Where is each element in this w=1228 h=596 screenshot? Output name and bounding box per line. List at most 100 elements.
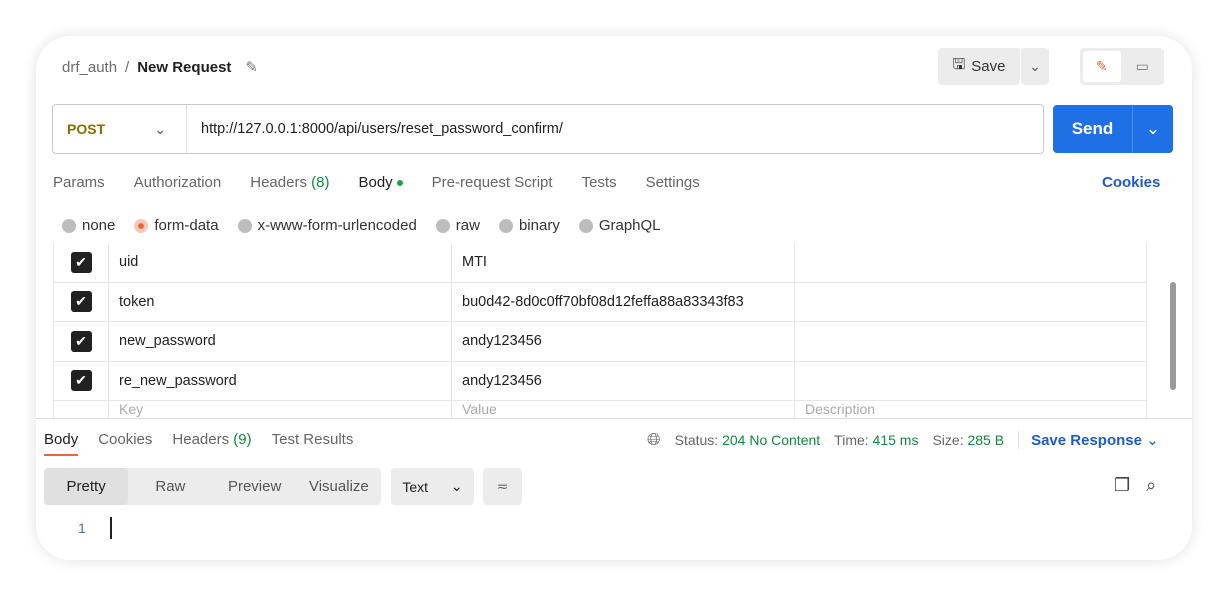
- send-dropdown-chevron-icon[interactable]: ⌄: [1133, 105, 1173, 153]
- value-cell[interactable]: andy123456: [452, 322, 795, 361]
- size[interactable]: Size: 285 B: [932, 432, 1004, 448]
- time-label: Time:: [834, 432, 869, 448]
- radio-binary[interactable]: binary: [498, 217, 560, 234]
- key-cell[interactable]: re_new_password: [109, 361, 452, 400]
- response-pane: Body Cookies Headers (9) Test Results 🌐︎…: [36, 418, 1192, 560]
- url-input[interactable]: http://127.0.0.1:8000/api/users/reset_pa…: [187, 121, 563, 137]
- status-value: 204 No Content: [722, 432, 821, 448]
- tab-response-headers[interactable]: Headers (9): [172, 431, 251, 456]
- radio-raw[interactable]: raw: [435, 217, 480, 234]
- save-dropdown-chevron-icon[interactable]: ⌄: [1021, 48, 1049, 85]
- radio-icon: [237, 218, 252, 233]
- edit-pencil-icon[interactable]: ✎: [1083, 51, 1121, 82]
- copy-icon[interactable]: ❐: [1114, 475, 1130, 496]
- description-cell[interactable]: [795, 243, 1146, 282]
- table-row-empty: Key Value Description: [54, 401, 1146, 418]
- method-select[interactable]: POST ⌄: [53, 105, 187, 153]
- search-icon[interactable]: ⌕: [1146, 475, 1156, 496]
- comment-icon[interactable]: ▭: [1124, 51, 1162, 82]
- radio-label: GraphQL: [598, 217, 661, 234]
- save-response-button[interactable]: Save Response ⌄: [1018, 431, 1159, 449]
- response-tabs: Body Cookies Headers (9) Test Results: [44, 431, 353, 456]
- tab-body[interactable]: Body: [358, 174, 403, 191]
- chevron-down-icon: ⌄: [450, 478, 463, 494]
- tab-label: Body: [358, 174, 393, 191]
- view-pretty[interactable]: Pretty: [44, 468, 129, 505]
- checkbox-checked-icon[interactable]: ✔: [70, 330, 92, 352]
- tab-response-body[interactable]: Body: [44, 431, 79, 456]
- view-raw[interactable]: Raw: [128, 468, 212, 505]
- key-cell[interactable]: uid: [109, 243, 452, 282]
- value-placeholder[interactable]: Value: [452, 401, 795, 418]
- view-preview[interactable]: Preview: [213, 468, 297, 505]
- time-value: 415 ms: [872, 432, 919, 448]
- tab-settings[interactable]: Settings: [646, 174, 700, 191]
- format-select[interactable]: Text ⌄: [391, 468, 474, 505]
- request-tabs: Params Authorization Headers (8) Body Pr…: [53, 174, 700, 191]
- scrollbar[interactable]: [1170, 282, 1176, 390]
- save-label: Save: [971, 58, 1006, 75]
- radio-label: none: [82, 217, 116, 234]
- pencil-icon[interactable]: ✎: [245, 58, 258, 76]
- size-label: Size:: [932, 432, 964, 448]
- description-placeholder[interactable]: Description: [795, 401, 1146, 418]
- radio-selected-icon: [134, 218, 149, 233]
- value-cell[interactable]: andy123456: [452, 361, 795, 400]
- save-response-label: Save Response: [1031, 432, 1142, 449]
- breadcrumb: drf_auth / New Request ✎: [62, 58, 258, 77]
- value-cell[interactable]: MTI: [452, 243, 795, 282]
- radio-x-www-form-urlencoded[interactable]: x-www-form-urlencoded: [237, 217, 417, 234]
- tab-tests[interactable]: Tests: [582, 174, 617, 191]
- time[interactable]: Time: 415 ms: [834, 432, 918, 448]
- table-row: ✔ re_new_password andy123456: [54, 361, 1146, 401]
- radio-graphql[interactable]: GraphQL: [578, 217, 661, 234]
- radio-form-data[interactable]: form-data: [134, 217, 219, 234]
- radio-icon: [578, 218, 593, 233]
- wrap-lines-icon[interactable]: ≂: [483, 468, 522, 505]
- radio-icon: [498, 218, 513, 233]
- view-visualize[interactable]: Visualize: [297, 468, 381, 505]
- description-cell[interactable]: [795, 322, 1146, 361]
- collection-link[interactable]: drf_auth: [62, 59, 117, 76]
- status[interactable]: Status: 204 No Content: [675, 432, 821, 448]
- radio-label: raw: [455, 217, 480, 234]
- status-label: Status:: [674, 432, 719, 448]
- headers-count: (9): [233, 431, 252, 448]
- tab-params[interactable]: Params: [53, 174, 105, 191]
- key-placeholder[interactable]: Key: [109, 401, 452, 418]
- send-label[interactable]: Send: [1053, 105, 1133, 153]
- key-cell[interactable]: token: [109, 282, 452, 321]
- tab-test-results[interactable]: Test Results: [272, 431, 354, 456]
- floppy-disk-icon: 🖫: [952, 56, 966, 73]
- checkbox-checked-icon[interactable]: ✔: [70, 370, 92, 392]
- table-row: ✔ new_password andy123456: [54, 322, 1146, 362]
- size-value: 285 B: [967, 432, 1005, 448]
- tab-pre-request-script[interactable]: Pre-request Script: [432, 174, 553, 191]
- request-name[interactable]: New Request: [137, 59, 231, 76]
- save-button[interactable]: 🖫 Save: [938, 48, 1020, 85]
- cookies-link[interactable]: Cookies: [1102, 174, 1160, 191]
- chevron-down-icon: ⌄: [154, 120, 166, 137]
- send-button[interactable]: Send ⌄: [1053, 105, 1173, 153]
- key-cell[interactable]: new_password: [109, 322, 452, 361]
- response-meta: 🌐︎ Status: 204 No Content Time: 415 ms S…: [647, 430, 1159, 450]
- breadcrumb-separator: /: [125, 58, 130, 76]
- radio-icon: [435, 218, 450, 233]
- checkbox-checked-icon[interactable]: ✔: [70, 251, 92, 273]
- active-dot-icon: [396, 180, 403, 187]
- radio-label: form-data: [154, 217, 219, 234]
- radio-label: x-www-form-urlencoded: [257, 217, 417, 234]
- tab-response-cookies[interactable]: Cookies: [98, 431, 152, 456]
- value-cell[interactable]: bu0d42-8d0c0ff70bf08d12feffa88a83343f83: [452, 282, 795, 321]
- globe-icon[interactable]: 🌐︎: [647, 430, 661, 450]
- body-type-radios: none form-data x-www-form-urlencoded raw…: [62, 217, 661, 234]
- checkbox-checked-icon[interactable]: ✔: [70, 291, 92, 313]
- radio-icon: [62, 218, 76, 233]
- format-label: Text: [402, 478, 429, 495]
- tab-headers[interactable]: Headers (8): [250, 174, 329, 191]
- description-cell[interactable]: [795, 362, 1146, 401]
- radio-none[interactable]: none: [62, 217, 115, 234]
- tab-authorization[interactable]: Authorization: [134, 174, 222, 191]
- method-label: POST: [67, 121, 106, 137]
- description-cell[interactable]: [795, 283, 1146, 322]
